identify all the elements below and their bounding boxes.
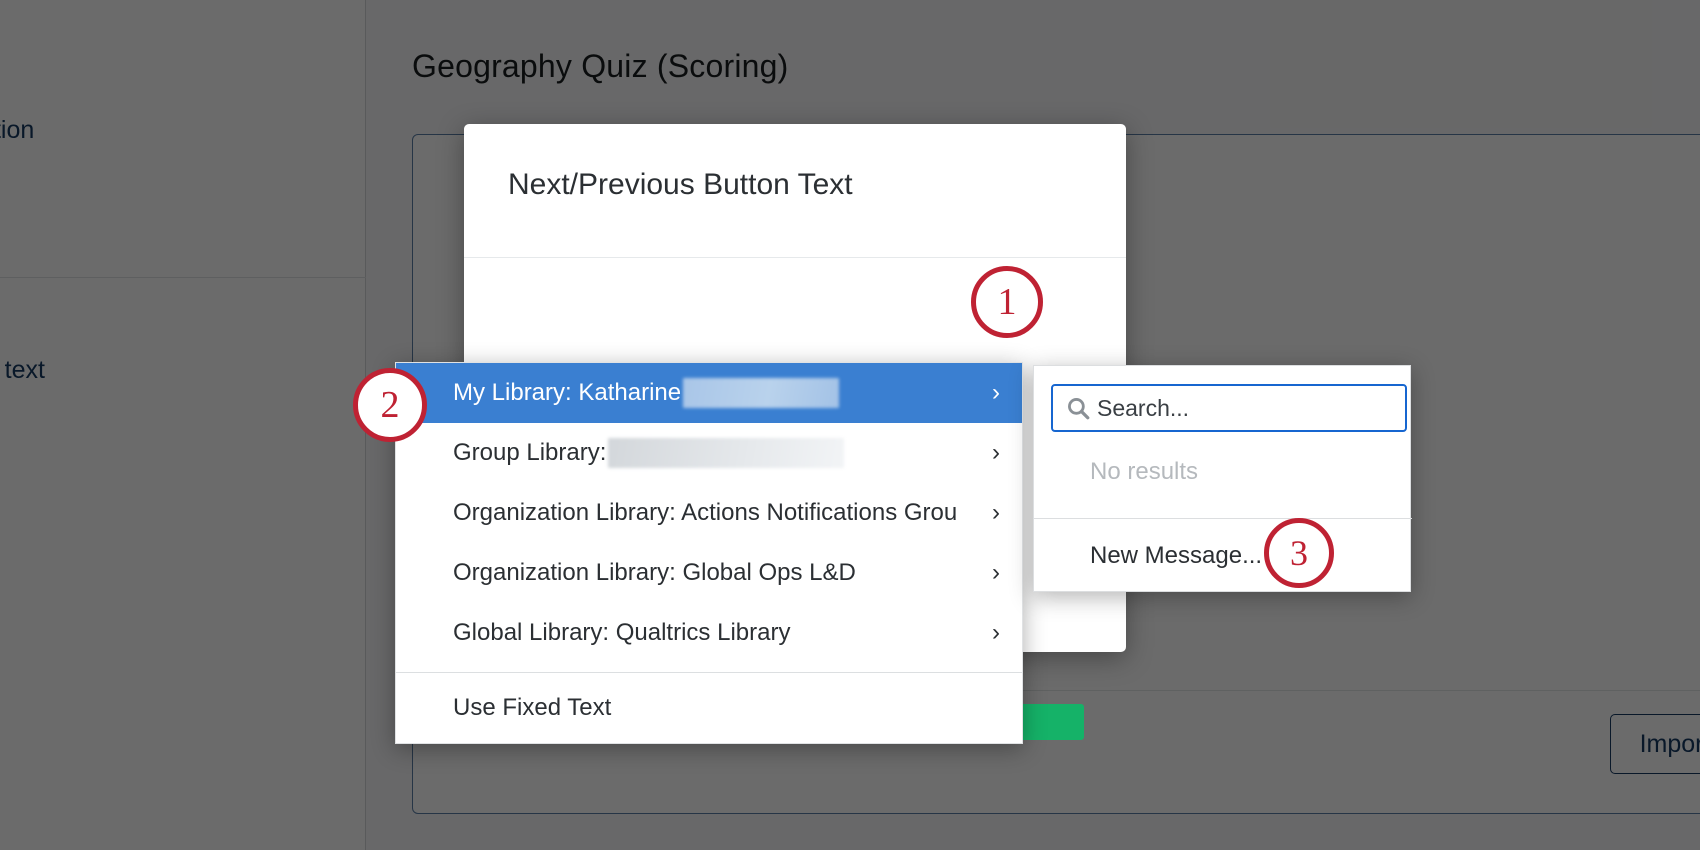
menu-item-label: Group Library: bbox=[453, 439, 606, 467]
library-source-menu: My Library: Katharine › Group Library: ›… bbox=[395, 362, 1023, 744]
menu-item-organization-library-actions[interactable]: Organization Library: Actions Notificati… bbox=[396, 483, 1022, 543]
dialog-header-divider bbox=[464, 257, 1126, 258]
chevron-right-icon: › bbox=[992, 621, 1000, 645]
menu-item-organization-library-global-ops[interactable]: Organization Library: Global Ops L&D › bbox=[396, 543, 1022, 603]
annotation-badge-2: 2 bbox=[353, 368, 427, 442]
no-results-text: No results bbox=[1090, 458, 1198, 486]
menu-item-label: Organization Library: Global Ops L&D bbox=[453, 559, 856, 587]
dialog-title: Next/Previous Button Text bbox=[508, 168, 853, 202]
menu-item-label: Global Library: Qualtrics Library bbox=[453, 619, 790, 647]
chevron-right-icon: › bbox=[992, 441, 1000, 465]
menu-item-label: Use Fixed Text bbox=[453, 694, 611, 722]
menu-item-use-fixed-text[interactable]: Use Fixed Text bbox=[396, 673, 1022, 743]
new-message-item[interactable]: New Message... bbox=[1034, 519, 1412, 592]
chevron-right-icon: › bbox=[992, 501, 1000, 525]
search-field-wrapper[interactable] bbox=[1051, 384, 1407, 432]
app-root: ization tton text Geography Quiz (Scorin… bbox=[0, 0, 1700, 850]
library-flyout-panel: No results New Message... bbox=[1033, 365, 1411, 592]
annotation-badge-3: 3 bbox=[1264, 518, 1334, 588]
annotation-badge-1: 1 bbox=[971, 266, 1043, 338]
menu-item-label: My Library: Katharine bbox=[453, 379, 681, 407]
menu-item-my-library[interactable]: My Library: Katharine › bbox=[396, 363, 1022, 423]
menu-item-label: Organization Library: Actions Notificati… bbox=[453, 499, 957, 527]
redacted-name bbox=[683, 378, 839, 408]
redacted-name bbox=[608, 438, 844, 468]
chevron-right-icon: › bbox=[992, 381, 1000, 405]
search-icon bbox=[1065, 395, 1091, 421]
new-message-label: New Message... bbox=[1090, 542, 1262, 570]
chevron-right-icon: › bbox=[992, 561, 1000, 585]
menu-item-global-library-qualtrics[interactable]: Global Library: Qualtrics Library › bbox=[396, 603, 1022, 663]
menu-item-group-library[interactable]: Group Library: › bbox=[396, 423, 1022, 483]
search-input[interactable] bbox=[1097, 395, 1377, 422]
